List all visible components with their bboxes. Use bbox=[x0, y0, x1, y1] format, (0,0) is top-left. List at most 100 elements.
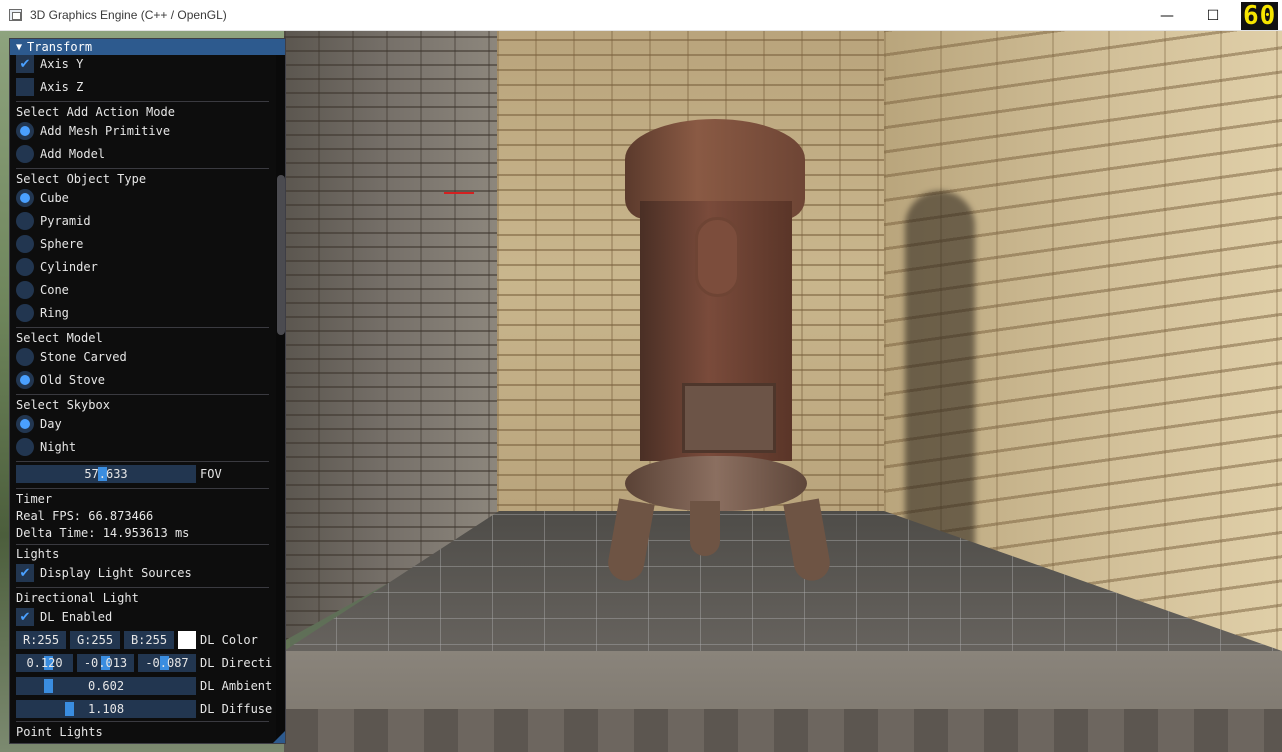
scrollbar-thumb[interactable] bbox=[277, 175, 285, 335]
axis-y-checkbox[interactable]: ✔ Axis Y bbox=[16, 54, 83, 74]
ledge-planks bbox=[284, 709, 1282, 752]
panel-body: ✔ Axis Y Axis Z Select Add Action Mode A… bbox=[10, 55, 275, 743]
dl-color-swatch[interactable] bbox=[178, 631, 196, 649]
radio-sphere[interactable]: Sphere bbox=[16, 234, 83, 254]
dl-direction-x-slider[interactable]: 0.120 bbox=[16, 654, 73, 672]
checkbox-label: Display Light Sources bbox=[40, 566, 192, 580]
separator bbox=[16, 327, 269, 328]
radio-label: Stone Carved bbox=[40, 350, 127, 364]
radio-button[interactable] bbox=[16, 438, 34, 456]
radio-pyramid[interactable]: Pyramid bbox=[16, 211, 91, 231]
radio-label: Cylinder bbox=[40, 260, 98, 274]
radio-ring[interactable]: Ring bbox=[16, 303, 69, 323]
radio-button[interactable] bbox=[16, 371, 34, 389]
checkbox-label: DL Enabled bbox=[40, 610, 113, 624]
radio-button[interactable] bbox=[16, 304, 34, 322]
panel-header[interactable]: ▼ Transform bbox=[10, 39, 285, 55]
dl-direction-label: DL Directi bbox=[200, 656, 273, 670]
app-icon bbox=[9, 9, 22, 21]
dl-diffuse-slider[interactable]: 1.108 bbox=[16, 700, 196, 718]
delta-time-text: Delta Time: 14.953613 ms bbox=[16, 526, 190, 540]
panel-scrollbar[interactable] bbox=[276, 55, 285, 743]
section-title: Point Lights bbox=[16, 725, 103, 739]
separator bbox=[16, 168, 269, 169]
separator bbox=[16, 394, 269, 395]
dl-color-g[interactable]: G:255 bbox=[70, 631, 120, 649]
fps-counter: 60 bbox=[1241, 1, 1279, 31]
window-title: 3D Graphics Engine (C++ / OpenGL) bbox=[30, 8, 227, 22]
slider-value: 0.120 bbox=[26, 656, 63, 670]
radio-label: Day bbox=[40, 417, 62, 431]
separator bbox=[16, 488, 269, 489]
dl-color-b[interactable]: B:255 bbox=[124, 631, 174, 649]
dl-ambient-slider[interactable]: 0.602 bbox=[16, 677, 196, 695]
radio-cone[interactable]: Cone bbox=[16, 280, 69, 300]
panel-title: Transform bbox=[27, 40, 93, 54]
slider-value: 57.633 bbox=[84, 467, 128, 481]
dl-diffuse-label: DL Diffuse bbox=[200, 702, 273, 716]
triangle-down-icon[interactable]: ▼ bbox=[16, 42, 22, 53]
radio-button[interactable] bbox=[16, 258, 34, 276]
checkbox-label: Axis Z bbox=[40, 80, 84, 94]
check-icon[interactable]: ✔ bbox=[16, 55, 34, 73]
slider-grab[interactable] bbox=[44, 679, 53, 693]
radio-button[interactable] bbox=[16, 145, 34, 163]
dl-color-r[interactable]: R:255 bbox=[16, 631, 66, 649]
fov-slider[interactable]: 57.633 bbox=[16, 465, 196, 483]
section-title: Select Skybox bbox=[16, 398, 110, 412]
checkbox-box[interactable] bbox=[16, 78, 34, 96]
radio-button[interactable] bbox=[16, 122, 34, 140]
radio-label: Pyramid bbox=[40, 214, 91, 228]
minimize-button[interactable]: — bbox=[1144, 0, 1190, 31]
radio-button[interactable] bbox=[16, 235, 34, 253]
radio-label: Sphere bbox=[40, 237, 84, 251]
window-titlebar: 3D Graphics Engine (C++ / OpenGL) — ☐ ✕ bbox=[0, 0, 1282, 31]
slider-value: 1.108 bbox=[87, 702, 125, 716]
check-icon[interactable]: ✔ bbox=[16, 608, 34, 626]
separator bbox=[16, 721, 269, 722]
radio-button[interactable] bbox=[16, 281, 34, 299]
stove-leg bbox=[690, 501, 720, 556]
radio-button[interactable] bbox=[16, 415, 34, 433]
slider-grab[interactable] bbox=[65, 702, 74, 716]
transform-panel[interactable]: ▼ Transform ✔ Axis Y Axis Z Select Add A… bbox=[9, 38, 286, 744]
section-title: Lights bbox=[16, 547, 60, 561]
dl-enabled-checkbox[interactable]: ✔ DL Enabled bbox=[16, 607, 112, 627]
radio-label: Cone bbox=[40, 283, 69, 297]
section-title: Select Object Type bbox=[16, 172, 147, 186]
radio-label: Old Stove bbox=[40, 373, 106, 387]
stove-door bbox=[682, 383, 776, 453]
display-light-sources-checkbox[interactable]: ✔ Display Light Sources bbox=[16, 563, 192, 583]
maximize-button[interactable]: ☐ bbox=[1190, 0, 1236, 31]
radio-button[interactable] bbox=[16, 348, 34, 366]
section-title: Select Add Action Mode bbox=[16, 105, 175, 119]
axis-z-checkbox[interactable]: Axis Z bbox=[16, 77, 83, 97]
radio-label: Night bbox=[40, 440, 77, 454]
dl-color-label: DL Color bbox=[200, 633, 258, 647]
radio-label: Add Mesh Primitive bbox=[40, 124, 171, 138]
stove-emblem bbox=[695, 217, 740, 297]
radio-cube[interactable]: Cube bbox=[16, 188, 69, 208]
check-icon[interactable]: ✔ bbox=[16, 564, 34, 582]
slider-value: -0.087 bbox=[145, 656, 189, 670]
radio-old-stove[interactable]: Old Stove bbox=[16, 370, 105, 390]
radio-button[interactable] bbox=[16, 212, 34, 230]
dl-direction-z-slider[interactable]: -0.087 bbox=[138, 654, 196, 672]
radio-stone-carved[interactable]: Stone Carved bbox=[16, 347, 127, 367]
real-fps-text: Real FPS: 66.873466 bbox=[16, 509, 154, 523]
section-title: Directional Light bbox=[16, 591, 139, 605]
dl-ambient-label: DL Ambient bbox=[200, 679, 273, 693]
radio-night[interactable]: Night bbox=[16, 437, 76, 457]
resize-grip[interactable] bbox=[273, 731, 285, 743]
radio-day[interactable]: Day bbox=[16, 414, 62, 434]
separator bbox=[16, 101, 269, 102]
checkbox-label: Axis Y bbox=[40, 57, 84, 71]
stove-shadow bbox=[905, 191, 975, 551]
radio-add-model[interactable]: Add Model bbox=[16, 144, 105, 164]
radio-button[interactable] bbox=[16, 189, 34, 207]
radio-add-mesh-primitive[interactable]: Add Mesh Primitive bbox=[16, 121, 170, 141]
radio-label: Cube bbox=[40, 191, 69, 205]
section-title: Select Model bbox=[16, 331, 103, 345]
dl-direction-y-slider[interactable]: -0.013 bbox=[77, 654, 134, 672]
radio-cylinder[interactable]: Cylinder bbox=[16, 257, 98, 277]
